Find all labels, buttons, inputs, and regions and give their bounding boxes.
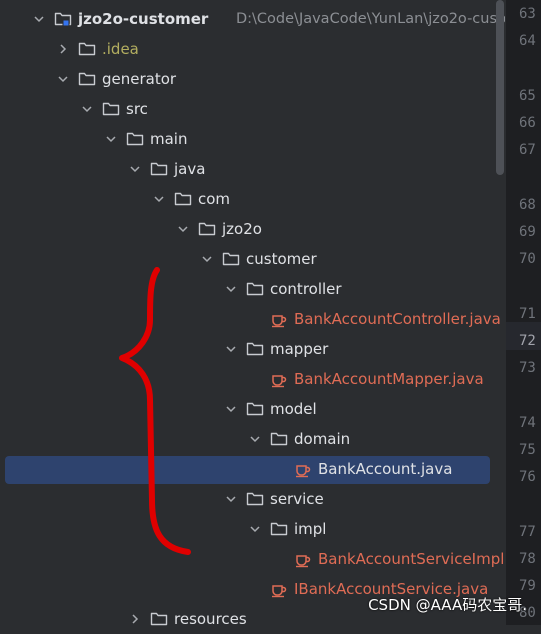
project-tree: jzo2o-customer D:\Code\JavaCode\YunLan\jz…	[0, 0, 505, 628]
tree-item-label: main	[150, 130, 188, 148]
line-number: 67	[519, 142, 536, 158]
folder-icon	[246, 490, 264, 508]
folder-icon	[102, 100, 120, 118]
folder-icon	[246, 280, 264, 298]
tree-folder-item[interactable]: jzo2o-customer D:\Code\JavaCode\YunLan\jz…	[0, 4, 505, 34]
tree-folder-item[interactable]: src	[0, 94, 505, 124]
watermark: CSDN @AAA码农宝哥.	[368, 596, 527, 614]
chevron-down-icon[interactable]	[177, 223, 189, 235]
folder-icon	[174, 190, 192, 208]
tree-folder-item[interactable]: impl	[0, 514, 505, 544]
tree-folder-item[interactable]: java	[0, 154, 505, 184]
line-number: 77	[519, 524, 536, 540]
folder-icon	[222, 250, 240, 268]
tree-item-label: mapper	[270, 340, 329, 358]
tree-file-item[interactable]: BankAccountServiceImpl.java	[0, 544, 505, 574]
tree-item-label: service	[270, 490, 324, 508]
folder-icon	[150, 160, 168, 178]
tree-item-label: domain	[294, 430, 351, 448]
tree-item-label: .idea	[102, 40, 139, 58]
line-number: 76	[519, 469, 536, 485]
chevron-down-icon[interactable]	[249, 523, 261, 535]
module-folder-icon	[54, 10, 72, 28]
chevron-down-icon[interactable]	[105, 133, 117, 145]
chevron-down-icon[interactable]	[129, 163, 141, 175]
tree-item-label: customer	[246, 250, 317, 268]
tree-file-item[interactable]: BankAccountController.java	[0, 304, 505, 334]
tree-item-label: java	[174, 160, 206, 178]
chevron-down-icon[interactable]	[249, 433, 261, 445]
tree-folder-item[interactable]: mapper	[0, 334, 505, 364]
line-number: 72	[519, 333, 536, 349]
tree-folder-item[interactable]: domain	[0, 424, 505, 454]
tree-item-label: resources	[174, 610, 247, 628]
folder-icon	[78, 70, 96, 88]
folder-icon	[78, 40, 96, 58]
line-number: 64	[519, 33, 536, 49]
chevron-down-icon[interactable]	[33, 13, 45, 25]
java-class-icon	[270, 310, 288, 328]
chevron-down-icon[interactable]	[57, 73, 69, 85]
tree-item-label: BankAccountServiceImpl.java	[318, 550, 505, 568]
line-number: 66	[519, 115, 536, 131]
folder-icon	[246, 400, 264, 418]
folder-icon	[246, 340, 264, 358]
tree-item-label: src	[126, 100, 148, 118]
line-number: 69	[519, 224, 536, 240]
tree-item-label: jzo2o	[222, 220, 262, 238]
folder-icon	[270, 430, 288, 448]
line-number: 71	[519, 306, 536, 322]
tree-folder-item[interactable]: service	[0, 484, 505, 514]
line-number: 65	[519, 88, 536, 104]
chevron-down-icon[interactable]	[225, 403, 237, 415]
tree-item-label: impl	[294, 520, 327, 538]
tree-folder-item[interactable]: customer	[0, 244, 505, 274]
chevron-down-icon[interactable]	[81, 103, 93, 115]
folder-icon	[150, 610, 168, 628]
tree-item-label: com	[198, 190, 231, 208]
line-number: 78	[519, 551, 536, 567]
chevron-down-icon[interactable]	[225, 493, 237, 505]
java-class-icon	[294, 550, 312, 568]
line-number: 63	[519, 6, 536, 22]
chevron-down-icon[interactable]	[201, 253, 213, 265]
chevron-right-icon[interactable]	[129, 613, 141, 625]
tree-item-label: jzo2o-customer	[78, 10, 209, 28]
java-class-icon	[294, 460, 312, 478]
folder-icon	[126, 130, 144, 148]
line-number: 79	[519, 578, 536, 594]
tree-folder-item[interactable]: main	[0, 124, 505, 154]
tree-item-label: generator	[102, 70, 177, 88]
tree-scrollbar-thumb[interactable]	[496, 0, 504, 175]
java-class-icon	[270, 580, 288, 598]
java-class-icon	[270, 370, 288, 388]
tree-folder-item[interactable]: jzo2o	[0, 214, 505, 244]
chevron-down-icon[interactable]	[153, 193, 165, 205]
line-number: 74	[519, 415, 536, 431]
tree-item-label: BankAccount.java	[318, 460, 453, 478]
tree-item-label: BankAccountMapper.java	[294, 370, 484, 388]
tree-folder-item[interactable]: generator	[0, 64, 505, 94]
folder-icon	[198, 220, 216, 238]
line-number: 68	[519, 197, 536, 213]
chevron-down-icon[interactable]	[225, 283, 237, 295]
tree-item-label: controller	[270, 280, 342, 298]
tree-item-label: model	[270, 400, 317, 418]
folder-icon	[270, 520, 288, 538]
module-path: D:\Code\JavaCode\YunLan\jzo2o-custo	[236, 11, 505, 27]
tree-file-item[interactable]: BankAccount.java	[0, 454, 505, 484]
tree-folder-item[interactable]: com	[0, 184, 505, 214]
line-number: 70	[519, 251, 536, 267]
line-number: 75	[519, 442, 536, 458]
chevron-right-icon[interactable]	[57, 43, 69, 55]
tree-folder-item[interactable]: model	[0, 394, 505, 424]
tree-folder-item[interactable]: .idea	[0, 34, 505, 64]
tree-item-label: BankAccountController.java	[294, 310, 501, 328]
chevron-down-icon[interactable]	[225, 343, 237, 355]
line-number: 73	[519, 360, 536, 376]
tree-folder-item[interactable]: controller	[0, 274, 505, 304]
tree-file-item[interactable]: BankAccountMapper.java	[0, 364, 505, 394]
